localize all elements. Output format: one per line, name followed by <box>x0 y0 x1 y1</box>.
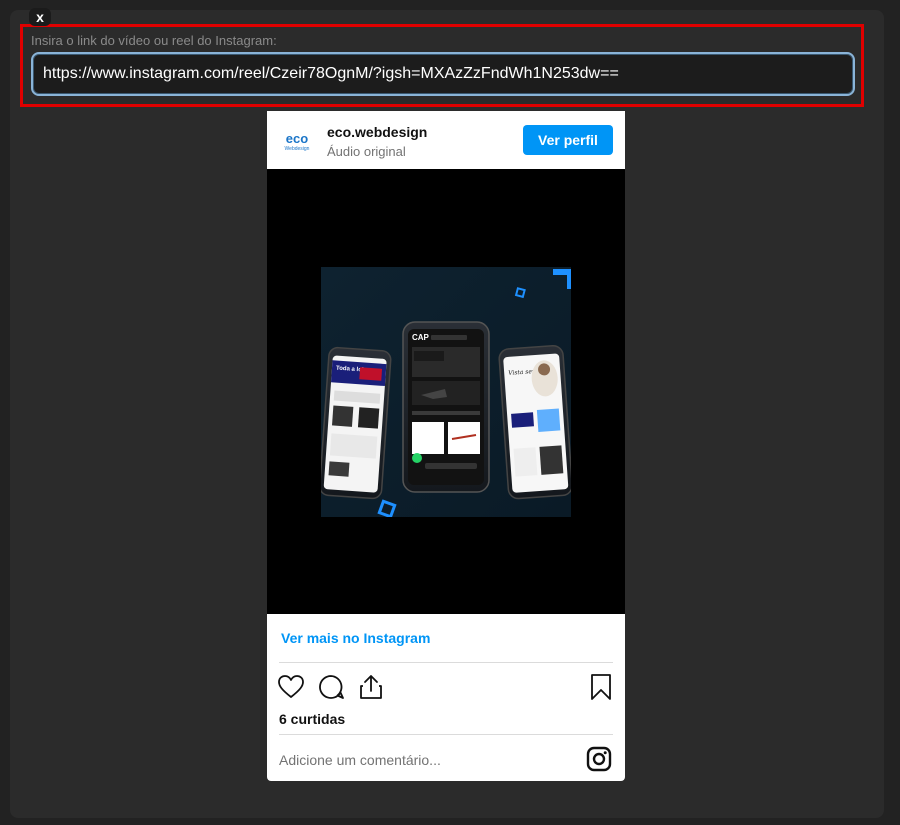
embed-media[interactable]: Toda a loja CAP Vista seu pet <box>267 169 625 614</box>
svg-text:CAP: CAP <box>412 333 430 342</box>
embed-header: eco Webdesign eco.webdesign Áudio origin… <box>267 111 625 169</box>
comment-icon[interactable] <box>317 673 345 701</box>
comment-input[interactable]: Adicione um comentário... <box>279 752 441 768</box>
share-icon[interactable] <box>357 673 385 701</box>
svg-text:Webdesign: Webdesign <box>285 146 310 152</box>
instagram-icon[interactable] <box>586 746 612 772</box>
instagram-link-input[interactable] <box>33 54 853 94</box>
view-profile-button[interactable]: Ver perfil <box>523 125 613 155</box>
bookmark-icon[interactable] <box>587 673 615 701</box>
link-input-label: Insira o link do vídeo ou reel do Instag… <box>31 33 277 48</box>
svg-text:eco: eco <box>286 131 308 146</box>
divider <box>279 662 613 663</box>
likes-count[interactable]: 6 curtidas <box>279 711 345 727</box>
close-button[interactable]: x <box>29 8 51 26</box>
link-input-wrapper <box>31 52 855 96</box>
reel-thumbnail: Toda a loja CAP Vista seu pet <box>321 267 571 517</box>
embed-audio-label[interactable]: Áudio original <box>327 144 406 159</box>
divider <box>279 734 613 735</box>
embed-username[interactable]: eco.webdesign <box>327 124 427 140</box>
view-more-instagram-link[interactable]: Ver mais no Instagram <box>281 630 430 646</box>
instagram-embed-card: eco Webdesign eco.webdesign Áudio origin… <box>267 111 625 781</box>
eco-webdesign-logo-icon: eco Webdesign <box>285 131 310 152</box>
heart-icon[interactable] <box>277 673 305 701</box>
link-input-panel: Insira o link do vídeo ou reel do Instag… <box>20 24 864 107</box>
